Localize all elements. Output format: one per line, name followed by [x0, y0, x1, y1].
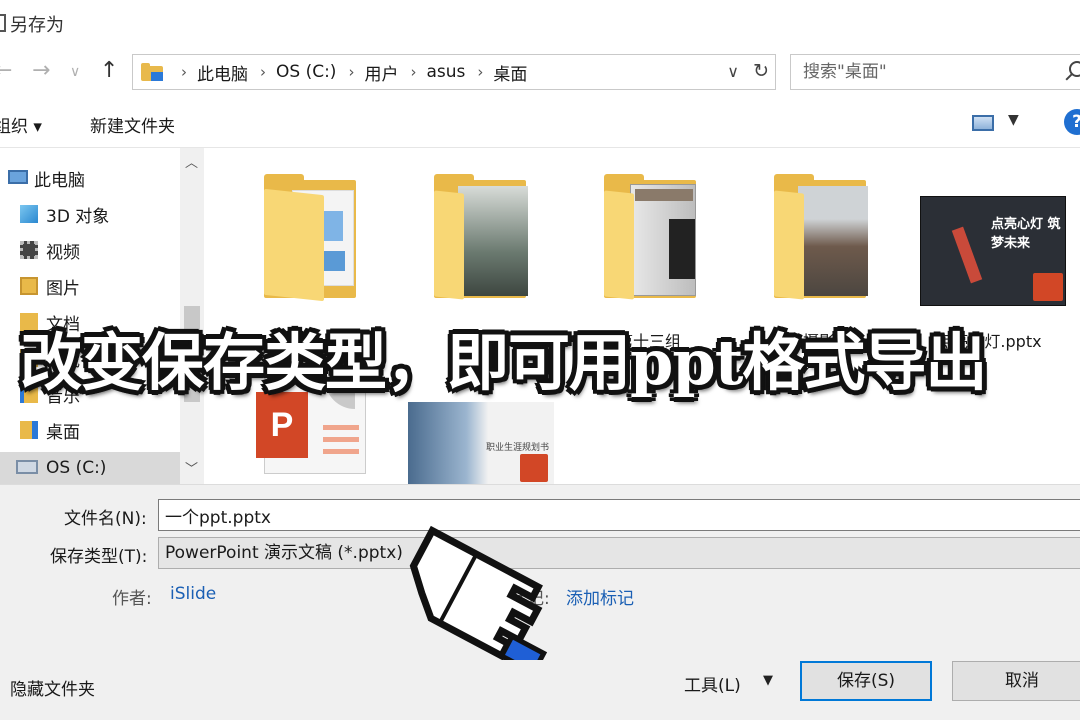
sidebar-item-label: 视频 — [46, 242, 80, 263]
thumbnail-title: 点亮心灯 筑梦未来 — [991, 217, 1061, 251]
scroll-up-arrow-icon[interactable]: ︿ — [185, 152, 198, 171]
chevron-right-icon[interactable]: › — [410, 63, 416, 81]
address-bar[interactable]: › 此电脑 › OS (C:) › 用户 › asus › 桌面 ∨ ↻ — [132, 54, 776, 90]
organize-menu[interactable]: 组织 ▾ — [0, 112, 42, 137]
breadcrumb-asus[interactable]: asus — [426, 62, 465, 82]
file-item-group2-folder[interactable]: 第二组 — [404, 168, 554, 351]
chevron-down-icon[interactable]: ∨ — [727, 62, 739, 81]
new-folder-button[interactable]: 新建文件夹 — [90, 112, 175, 137]
file-item-pptx[interactable]: 点亮心灯 筑梦未来 点亮心灯.pptx — [914, 168, 1066, 351]
scroll-down-arrow-icon[interactable]: ﹀ — [185, 458, 198, 477]
search-icon[interactable] — [1069, 61, 1080, 77]
tools-menu[interactable]: 工具(L) — [684, 671, 741, 696]
video-icon — [20, 241, 38, 259]
help-icon[interactable]: ? — [1064, 109, 1080, 135]
filename-label: 文件名(N): — [64, 509, 147, 529]
thumbnail-title: 职业生涯规划书 — [486, 443, 550, 453]
search-box — [790, 54, 1080, 90]
address-row: ← → ∨ ↑ › 此电脑 › OS (C:) › 用户 › asus › 桌面… — [0, 46, 1080, 98]
chevron-right-icon[interactable]: › — [477, 63, 483, 81]
cube-icon — [20, 205, 38, 223]
chevron-right-icon[interactable]: › — [260, 63, 266, 81]
back-arrow-icon[interactable]: ← — [0, 60, 12, 82]
breadcrumb-users[interactable]: 用户 — [364, 60, 398, 85]
save-type-label: 保存类型(T): — [50, 547, 148, 567]
refresh-icon[interactable]: ↻ — [753, 60, 769, 82]
desktop-folder-icon — [141, 63, 163, 81]
sidebar-item-videos[interactable]: 视频 — [0, 234, 180, 266]
command-toolbar: 组织 ▾ 新建文件夹 ▼ ? — [0, 98, 1080, 148]
drive-icon — [16, 460, 38, 474]
window-icon — [0, 14, 6, 32]
recent-chevron-down-icon[interactable]: ∨ — [70, 65, 80, 79]
desktop-icon — [20, 421, 38, 439]
chevron-right-icon[interactable]: › — [348, 63, 354, 81]
sidebar-item-label: OS (C:) — [46, 458, 107, 478]
cancel-button[interactable]: 取消 — [952, 661, 1080, 701]
author-value[interactable]: iSlide — [170, 584, 216, 604]
window-title: 另存为 — [10, 15, 64, 36]
filename-input[interactable] — [158, 499, 1080, 531]
pptx-thumbnail: 点亮心灯 筑梦未来 — [920, 196, 1066, 306]
file-item-ps-folder[interactable]: PS — [234, 168, 384, 347]
search-input[interactable] — [791, 55, 1051, 89]
breadcrumb-os-c[interactable]: OS (C:) — [276, 62, 336, 82]
author-label: 作者: — [112, 589, 152, 609]
file-item-group13-folder[interactable]: 第十三组 — [574, 168, 724, 351]
overlay-caption: 改变保存类型，即可用ppt格式导出 — [20, 326, 987, 399]
sidebar-item-this-pc[interactable]: 此电脑 — [0, 162, 180, 194]
hide-folders-toggle[interactable]: 隐藏文件夹 — [10, 675, 95, 700]
tools-dropdown-arrow-icon[interactable]: ▼ — [763, 673, 773, 688]
picture-icon — [20, 277, 38, 295]
forward-arrow-icon[interactable]: → — [32, 60, 50, 82]
save-button[interactable]: 保存(S) — [800, 661, 932, 701]
sidebar-item-label: 3D 对象 — [46, 206, 110, 227]
breadcrumb-desktop[interactable]: 桌面 — [493, 60, 527, 85]
save-type-select[interactable]: PowerPoint 演示文稿 (*.pptx) — [158, 537, 1080, 569]
sidebar-item-label: 此电脑 — [34, 170, 85, 191]
sidebar-item-3d-objects[interactable]: 3D 对象 — [0, 198, 180, 230]
chevron-right-icon: › — [181, 63, 187, 81]
up-arrow-icon[interactable]: ↑ — [100, 60, 118, 82]
pptx-thumbnail: 职业生涯规划书 — [408, 402, 554, 484]
breadcrumb: › 此电脑 › OS (C:) › 用户 › asus › 桌面 — [169, 55, 527, 89]
sidebar-item-pictures[interactable]: 图片 — [0, 270, 180, 302]
pointing-hand-cursor-icon — [409, 525, 548, 660]
view-mode-icon[interactable] — [972, 115, 994, 131]
sidebar-item-os-c[interactable]: OS (C:) — [0, 452, 180, 484]
sidebar-item-label: 图片 — [46, 278, 80, 299]
sidebar-item-desktop[interactable]: 桌面 — [0, 414, 180, 446]
breadcrumb-this-pc[interactable]: 此电脑 — [197, 60, 248, 85]
sidebar-item-label: 桌面 — [46, 422, 80, 443]
computer-icon — [8, 170, 28, 184]
file-item-photography-folder[interactable]: 摄影 — [744, 168, 894, 351]
view-dropdown-arrow-icon[interactable]: ▼ — [1008, 112, 1019, 128]
title-bar: 另存为 — [0, 0, 1080, 46]
